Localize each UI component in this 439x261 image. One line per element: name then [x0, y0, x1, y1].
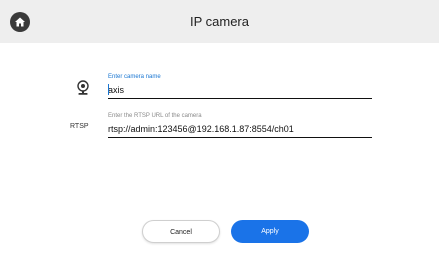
camera-name-field[interactable]: Enter camera name	[108, 74, 372, 99]
rtsp-url-field[interactable]: Enter the RTSP URL of the camera	[108, 113, 372, 138]
camera-name-label: Enter camera name	[108, 74, 161, 80]
rtsp-url-label: Enter the RTSP URL of the camera	[108, 113, 202, 119]
rtsp-label: RTSP	[70, 123, 89, 130]
cancel-button[interactable]: Cancel	[142, 220, 220, 243]
rtsp-url-underline	[108, 137, 372, 138]
apply-button[interactable]: Apply	[231, 220, 309, 243]
header-bar: IP camera	[0, 0, 439, 43]
page-title: IP camera	[189, 14, 249, 29]
home-icon	[14, 16, 26, 28]
camera-name-input[interactable]	[108, 83, 372, 98]
rtsp-url-input[interactable]	[108, 122, 372, 137]
text-cursor	[108, 84, 109, 95]
camera-name-underline	[108, 98, 372, 99]
home-button[interactable]	[10, 12, 30, 32]
webcam-icon	[77, 80, 89, 96]
